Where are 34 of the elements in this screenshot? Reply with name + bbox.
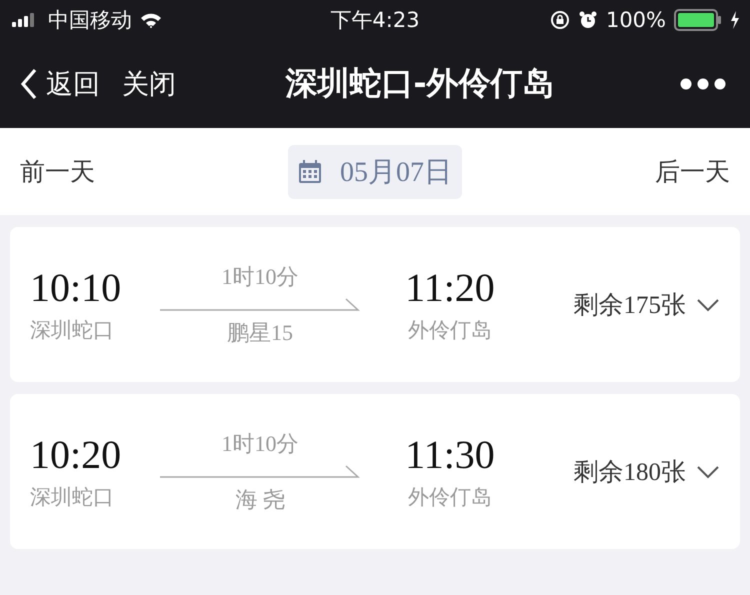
battery-percentage: 100%: [606, 8, 666, 32]
arrival-time: 11:30: [405, 432, 495, 476]
vessel-name: 海 尧: [235, 486, 285, 514]
trip-duration: 1时10分: [222, 430, 298, 458]
close-button[interactable]: 关闭: [122, 66, 176, 102]
departure-port: 深圳蛇口: [30, 484, 114, 510]
chevron-down-icon[interactable]: [696, 298, 720, 312]
remaining-tickets: 剩余175张: [574, 291, 686, 321]
back-button[interactable]: 返回: [20, 66, 100, 102]
date-picker-button[interactable]: 05月07日: [288, 144, 462, 198]
trip-duration: 1时10分: [222, 262, 298, 290]
clock-time: 下午4:23: [330, 7, 420, 34]
wifi-icon: [140, 12, 162, 28]
alarm-clock-icon: [578, 10, 598, 30]
rotation-lock-icon: [550, 10, 570, 30]
departure-port: 深圳蛇口: [30, 316, 114, 344]
charging-bolt-icon: [730, 11, 740, 29]
calendar-icon: [298, 160, 322, 184]
page-title: 深圳蛇口-外伶仃岛: [285, 63, 555, 104]
chevron-down-icon[interactable]: [696, 464, 720, 478]
battery-icon: [674, 9, 722, 31]
arrival-port: 外伶仃岛: [408, 484, 492, 510]
previous-day-button[interactable]: 前一天: [20, 155, 95, 188]
arrival-time: 11:20: [405, 266, 495, 310]
vessel-name: 鹏星15: [227, 318, 293, 346]
trip-card[interactable]: 10:10 深圳蛇口 1时10分 鹏星15 11:20 外伶仃岛 剩余175张: [10, 227, 740, 382]
departure-time: 10:20: [30, 432, 122, 476]
arrival-port: 外伶仃岛: [408, 316, 492, 344]
remaining-tickets: 剩余180张: [574, 458, 686, 488]
carrier-name: 中国移动: [48, 7, 132, 34]
departure-time: 10:10: [30, 266, 122, 310]
trip-card[interactable]: 10:20 深圳蛇口 1时10分 海 尧 11:30 外伶仃岛 剩余180张: [10, 394, 740, 549]
more-icon[interactable]: [680, 78, 726, 90]
next-day-button[interactable]: 后一天: [655, 155, 730, 188]
